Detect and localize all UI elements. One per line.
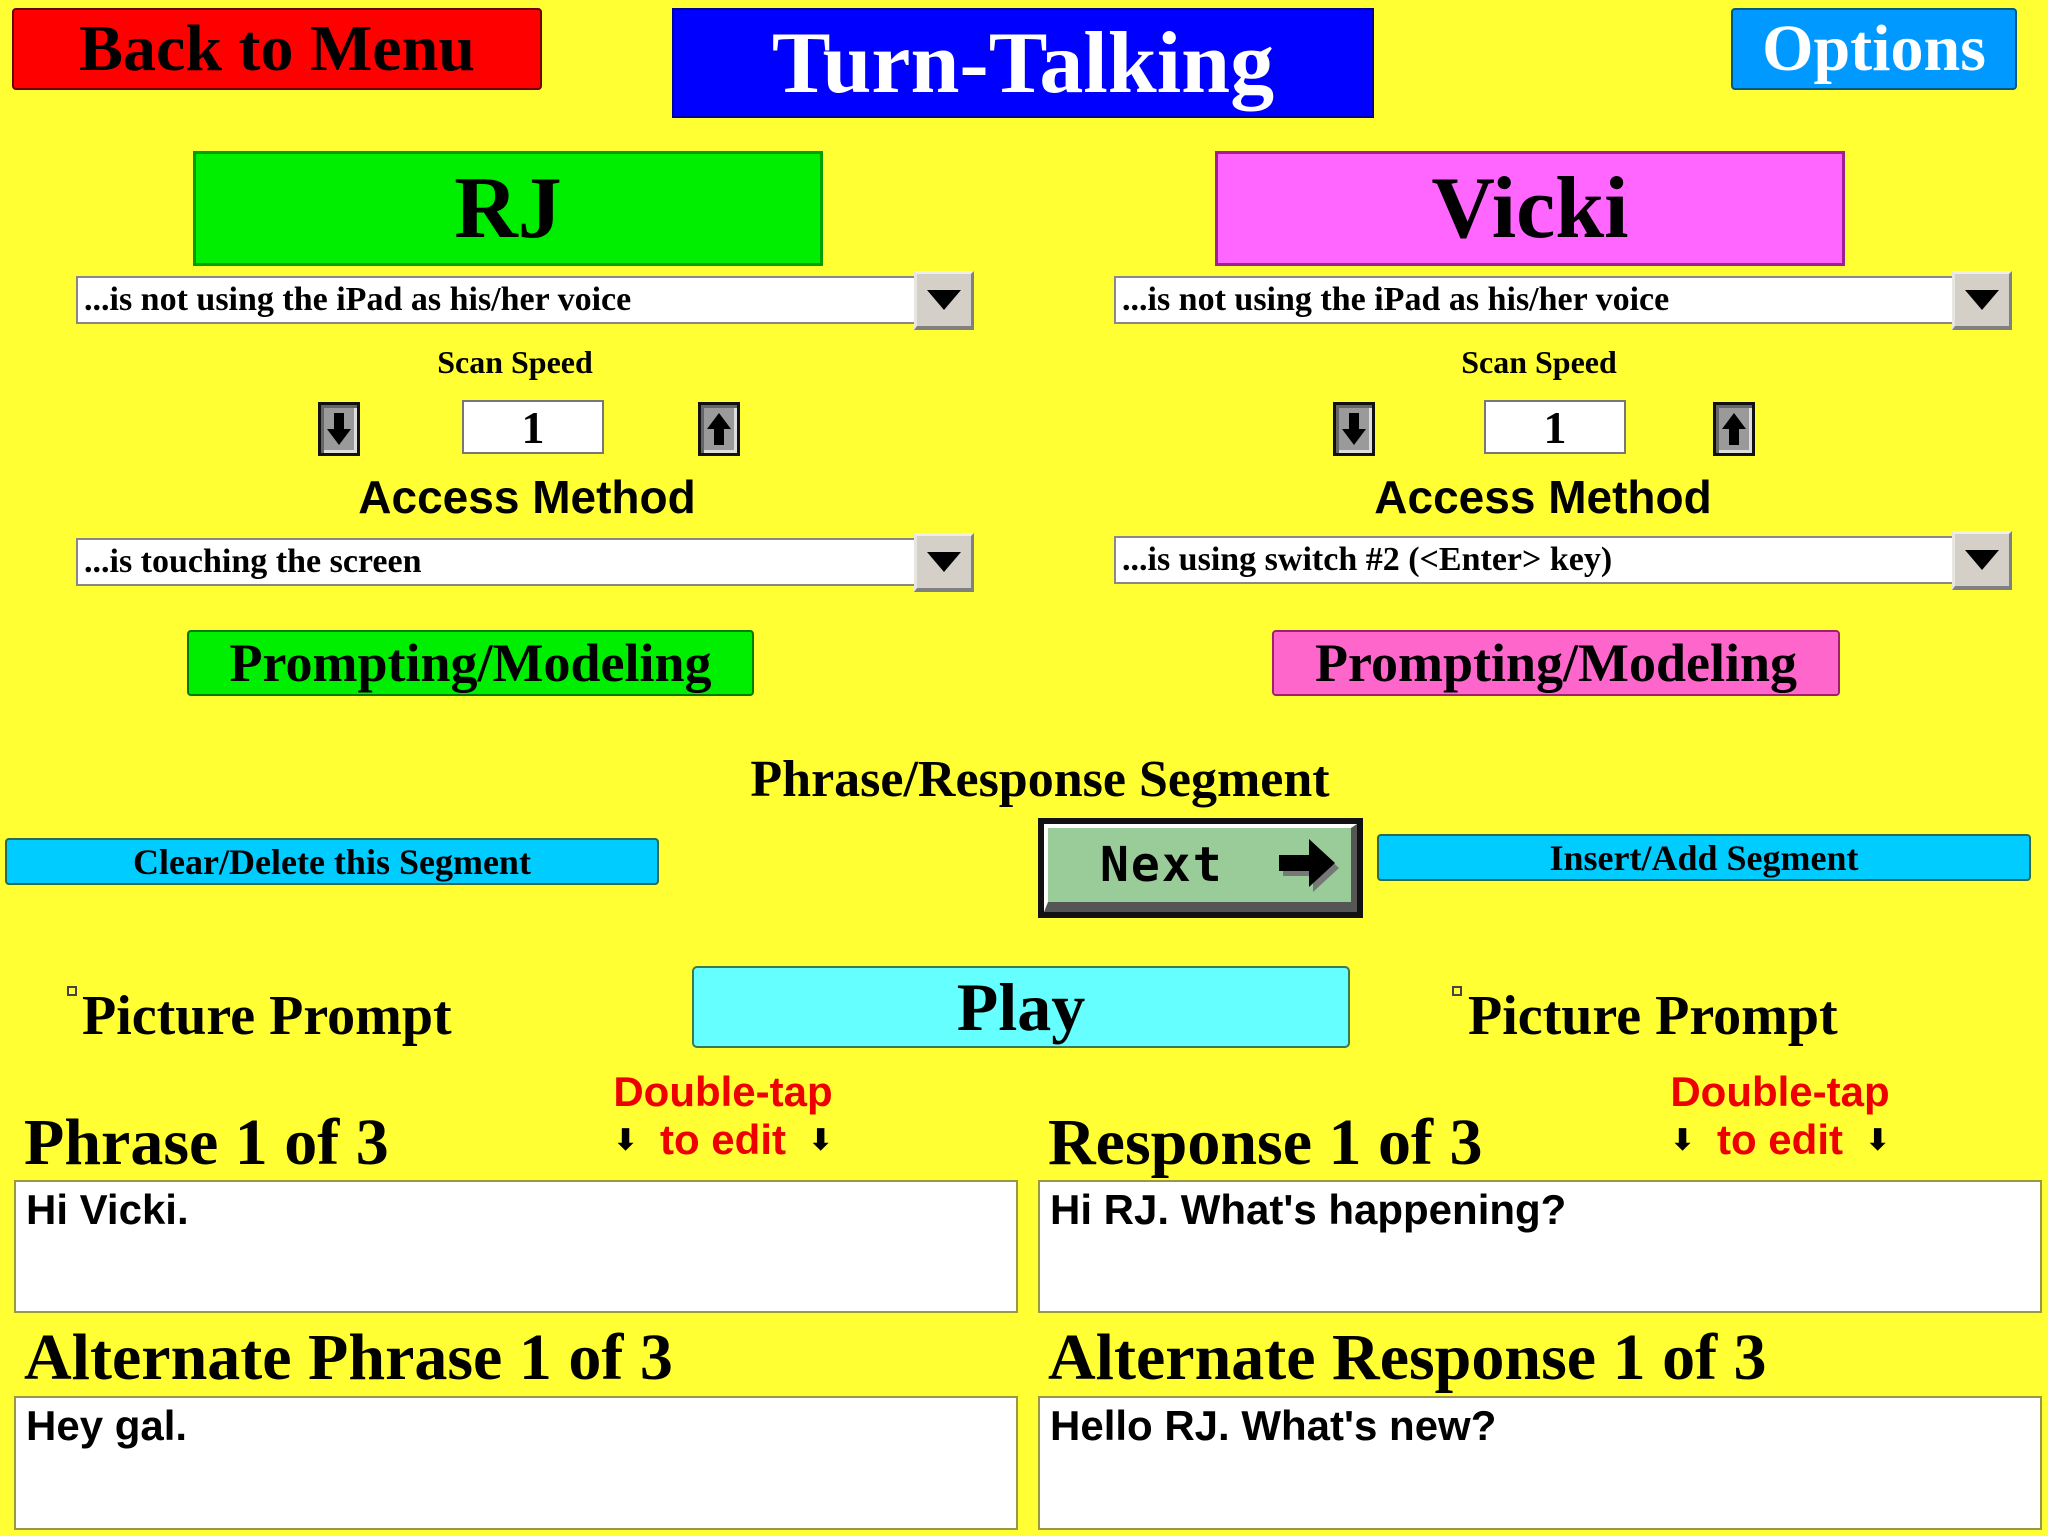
response-textbox[interactable]: Hi RJ. What's happening? xyxy=(1038,1180,2042,1313)
segment-title: Phrase/Response Segment xyxy=(750,751,1330,808)
down-arrow-icon: ⬇ xyxy=(612,1122,638,1158)
dropdown-arrow-icon[interactable] xyxy=(914,270,974,330)
scan-speed-increase-button[interactable] xyxy=(698,402,740,456)
hint-line2: to edit xyxy=(660,1116,786,1163)
arrow-down-icon xyxy=(327,413,351,445)
arrow-down-icon xyxy=(1342,413,1366,445)
scan-speed-increase-button[interactable] xyxy=(1713,402,1755,456)
down-arrow-icon: ⬇ xyxy=(1864,1122,1891,1158)
scan-speed-label: Scan Speed xyxy=(1461,344,1617,380)
down-arrow-icon: ⬇ xyxy=(1669,1122,1695,1158)
voice-select-vicki[interactable]: ...is not using the iPad as his/her voic… xyxy=(1114,270,2012,330)
hint-line1: Double-tap xyxy=(613,1068,833,1115)
scan-speed-value[interactable]: 1 xyxy=(1484,400,1626,454)
participant-name-rj: RJ xyxy=(193,151,823,266)
hint-line2: to edit xyxy=(1717,1116,1843,1163)
picture-prompt-checkbox-left[interactable] xyxy=(67,986,77,996)
access-method-label: Access Method xyxy=(1374,471,1712,523)
picture-prompt-label-right: Picture Prompt xyxy=(1468,985,1838,1047)
scan-speed-decrease-button[interactable] xyxy=(1333,402,1375,456)
arrow-right-icon xyxy=(1279,839,1339,892)
alternate-response-textbox[interactable]: Hello RJ. What's new? xyxy=(1038,1396,2042,1530)
down-arrow-icon: ⬇ xyxy=(807,1122,834,1158)
alternate-phrase-textbox[interactable]: Hey gal. xyxy=(14,1396,1018,1530)
double-tap-hint-phrase: Double-tap ⬇ to edit ⬇ xyxy=(588,1068,858,1164)
insert-segment-button[interactable]: Insert/Add Segment xyxy=(1377,834,2031,881)
scan-speed-decrease-button[interactable] xyxy=(318,402,360,456)
picture-prompt-checkbox-right[interactable] xyxy=(1452,986,1462,996)
participant-name-vicki: Vicki xyxy=(1215,151,1845,266)
voice-select-value: ...is not using the iPad as his/her voic… xyxy=(1122,281,1670,318)
dropdown-arrow-icon[interactable] xyxy=(914,532,974,592)
double-tap-hint-response: Double-tap ⬇ to edit ⬇ xyxy=(1645,1068,1915,1164)
voice-select-value: ...is not using the iPad as his/her voic… xyxy=(84,281,632,318)
hint-line1: Double-tap xyxy=(1670,1068,1890,1115)
next-button[interactable]: Next xyxy=(1038,818,1363,918)
scan-speed-label: Scan Speed xyxy=(437,344,593,380)
dropdown-arrow-icon[interactable] xyxy=(1952,270,2012,330)
alternate-response-header: Alternate Response 1 of 3 xyxy=(1048,1321,1767,1394)
phrase-textbox[interactable]: Hi Vicki. xyxy=(14,1180,1018,1313)
options-button[interactable]: Options xyxy=(1731,8,2017,90)
voice-select-rj[interactable]: ...is not using the iPad as his/her voic… xyxy=(76,270,974,330)
alternate-phrase-header: Alternate Phrase 1 of 3 xyxy=(24,1321,673,1394)
arrow-up-icon xyxy=(1722,413,1746,445)
phrase-header: Phrase 1 of 3 xyxy=(24,1106,389,1179)
back-to-menu-button[interactable]: Back to Menu xyxy=(12,8,542,90)
access-select-value: ...is using switch #2 (<Enter> key) xyxy=(1122,541,1613,578)
prompting-modeling-button-vicki[interactable]: Prompting/Modeling xyxy=(1272,630,1840,696)
play-button[interactable]: Play xyxy=(692,966,1350,1048)
access-select-vicki[interactable]: ...is using switch #2 (<Enter> key) xyxy=(1114,530,2012,590)
arrow-up-icon xyxy=(707,413,731,445)
picture-prompt-label-left: Picture Prompt xyxy=(82,985,452,1047)
prompting-modeling-button-rj[interactable]: Prompting/Modeling xyxy=(187,630,754,696)
response-header: Response 1 of 3 xyxy=(1048,1106,1483,1179)
page-title: Turn-Talking xyxy=(672,8,1374,118)
clear-segment-button[interactable]: Clear/Delete this Segment xyxy=(5,838,659,885)
access-select-value: ...is touching the screen xyxy=(84,543,422,580)
access-select-rj[interactable]: ...is touching the screen xyxy=(76,532,974,592)
scan-speed-value[interactable]: 1 xyxy=(462,400,604,454)
dropdown-arrow-icon[interactable] xyxy=(1952,530,2012,590)
access-method-label: Access Method xyxy=(358,471,696,523)
next-label: Next xyxy=(1100,837,1224,893)
